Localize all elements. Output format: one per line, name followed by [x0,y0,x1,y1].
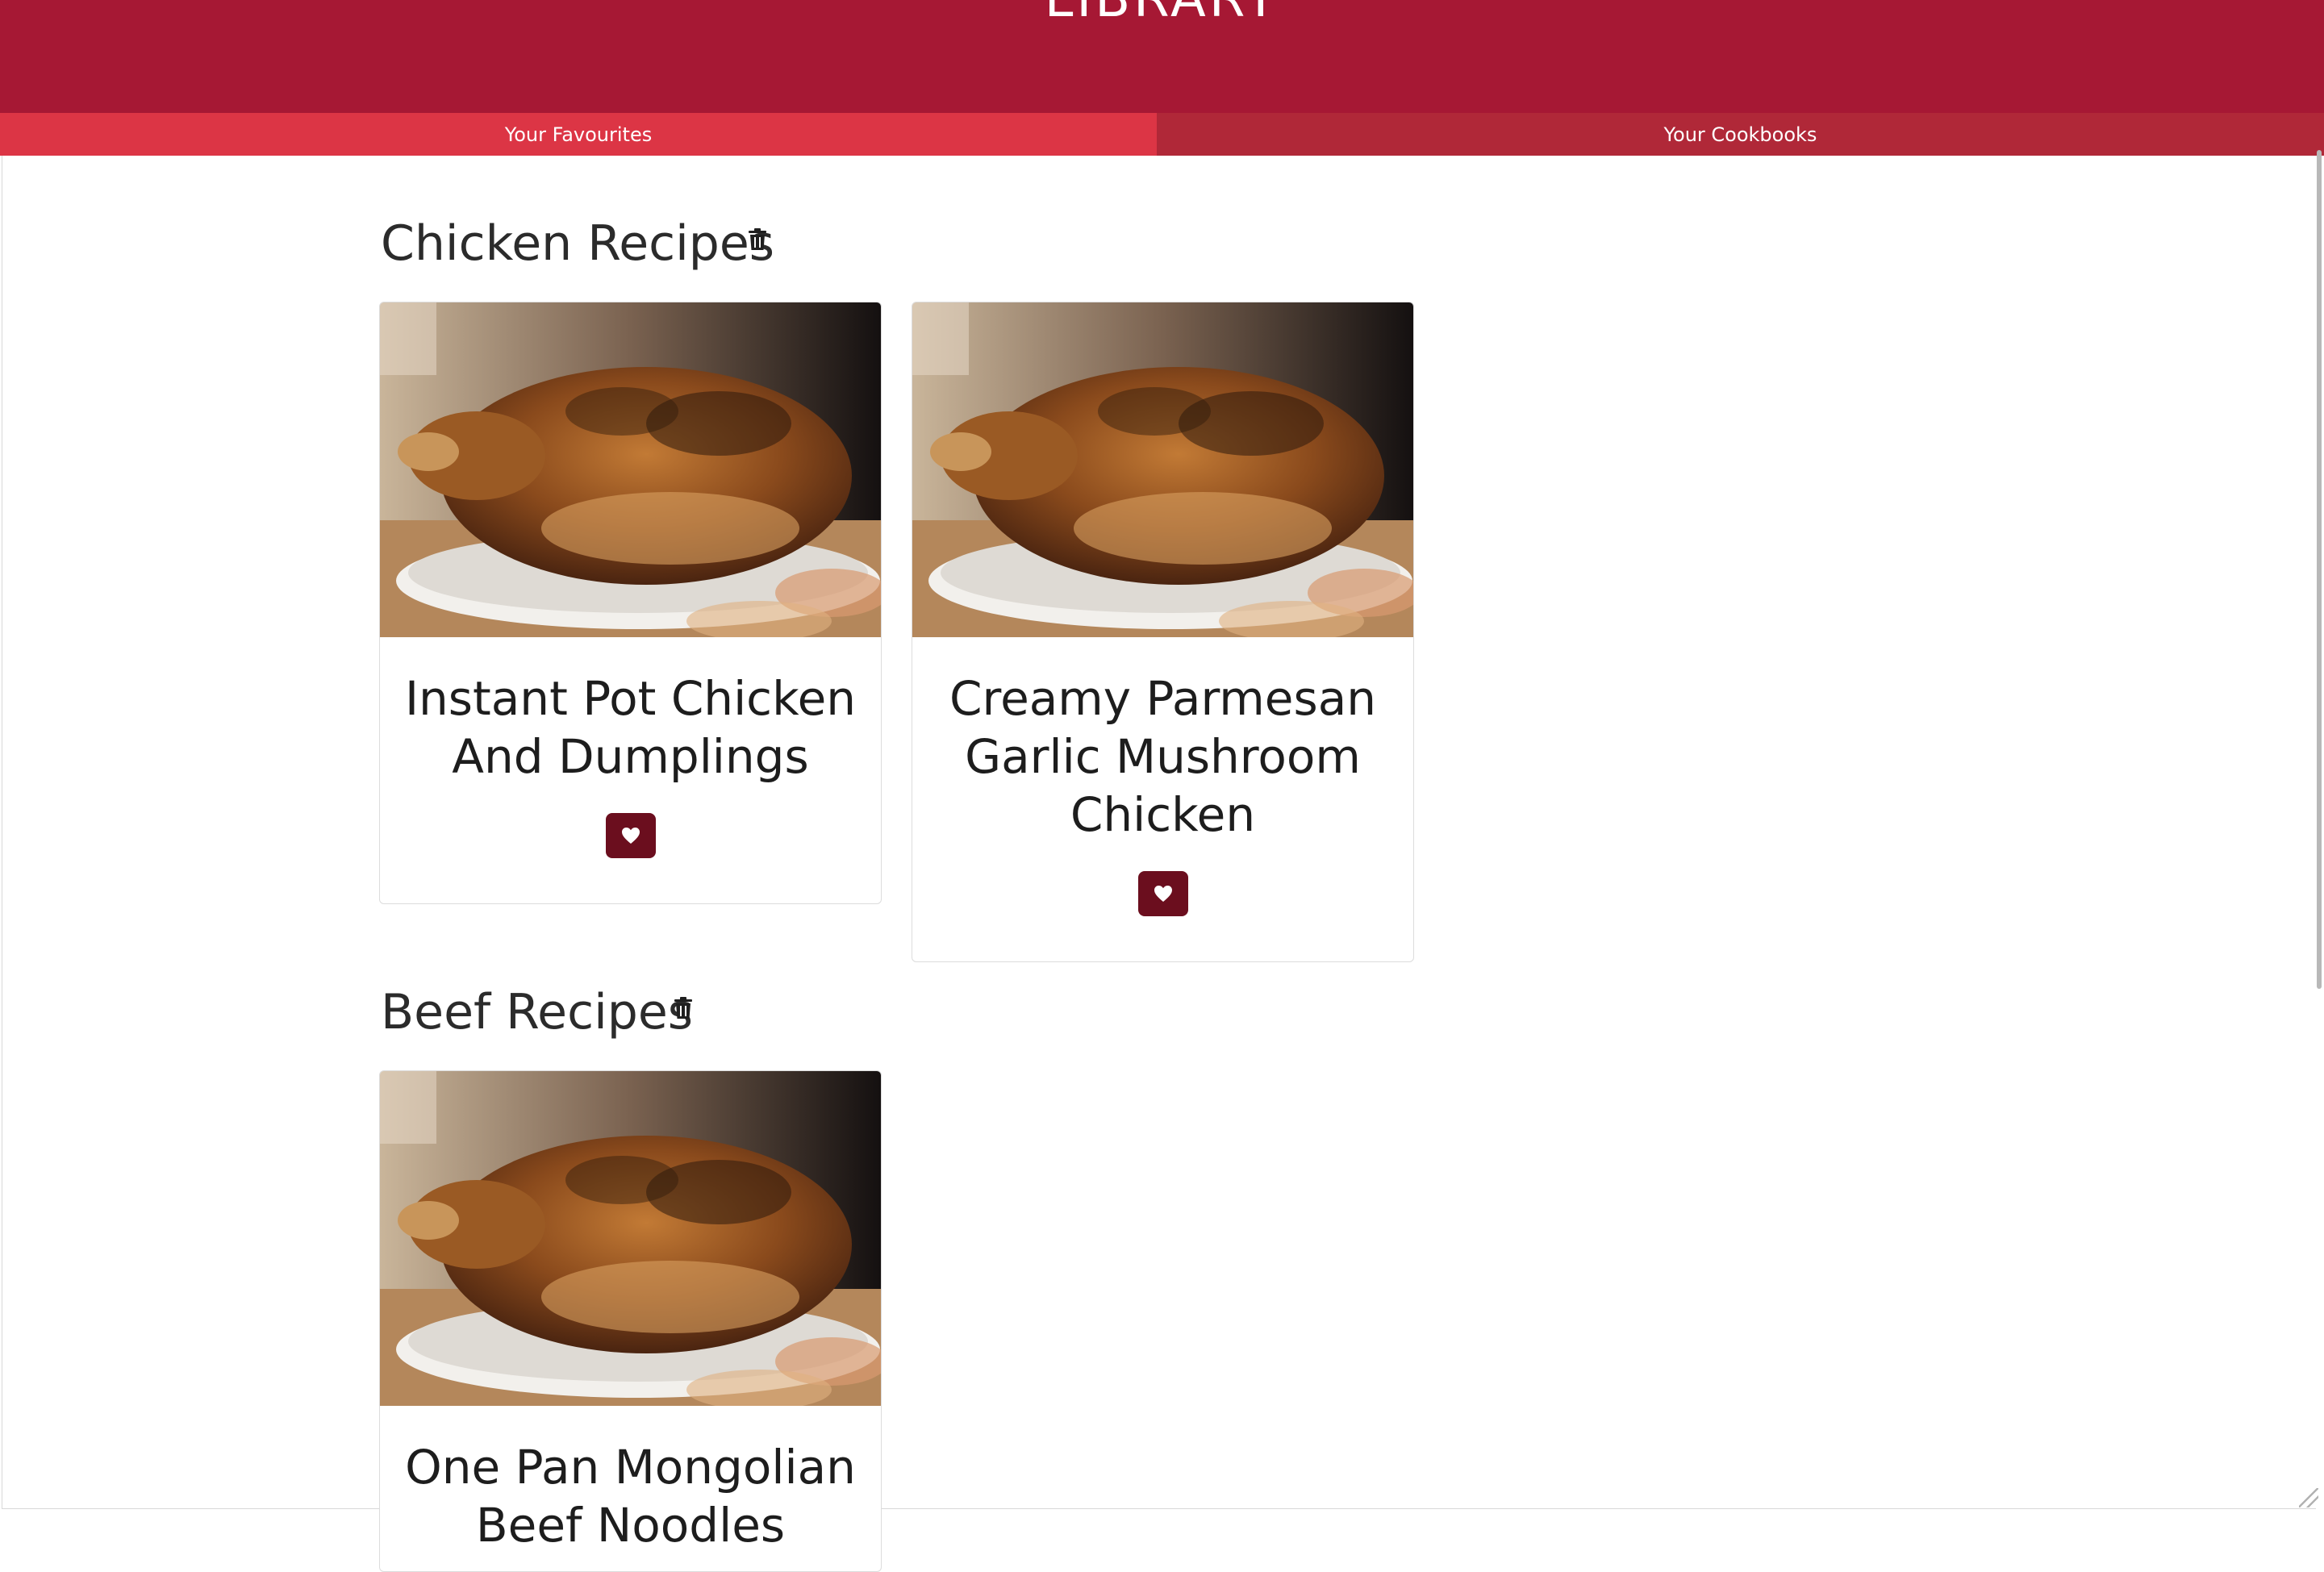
app-header: LIBRARY [0,0,2324,113]
heart-icon [621,827,640,844]
tab-your-favourites[interactable]: Your Favourites [0,113,1157,156]
section-title-beef-recipes: Beef Recipes [381,984,694,1040]
recipe-card[interactable]: Creamy Parmesan Garlic Mushroom Chicken [912,302,1414,962]
recipe-image [380,302,881,637]
favourite-button[interactable] [605,813,656,858]
recipe-card[interactable]: Instant Pot Chicken And Dumplings [379,302,882,904]
library-content: Chicken Recipes Instant Pot Chicken And … [2,156,2316,1572]
recipe-image [912,302,1413,637]
scrollbar[interactable] [2317,150,2322,989]
favourite-button[interactable] [1137,871,1188,916]
tab-your-cookbooks[interactable]: Your Cookbooks [1157,113,2324,156]
trash-icon[interactable] [674,997,693,1020]
recipe-image [380,1071,881,1406]
recipe-title: Creamy Parmesan Garlic Mushroom Chicken [949,671,1376,842]
heart-icon [1154,885,1173,903]
app-title: LIBRARY [0,0,2324,29]
recipe-card[interactable]: One Pan Mongolian Beef Noodles [379,1070,882,1572]
section-title-chicken-recipes: Chicken Recipes [381,215,775,272]
trash-icon[interactable] [748,228,767,251]
resize-grip[interactable] [2299,1488,2318,1507]
tab-bar: Your Favourites Your Cookbooks [0,113,2324,156]
recipe-title: Instant Pot Chicken And Dumplings [404,671,857,784]
recipe-title: One Pan Mongolian Beef Noodles [405,1440,856,1553]
